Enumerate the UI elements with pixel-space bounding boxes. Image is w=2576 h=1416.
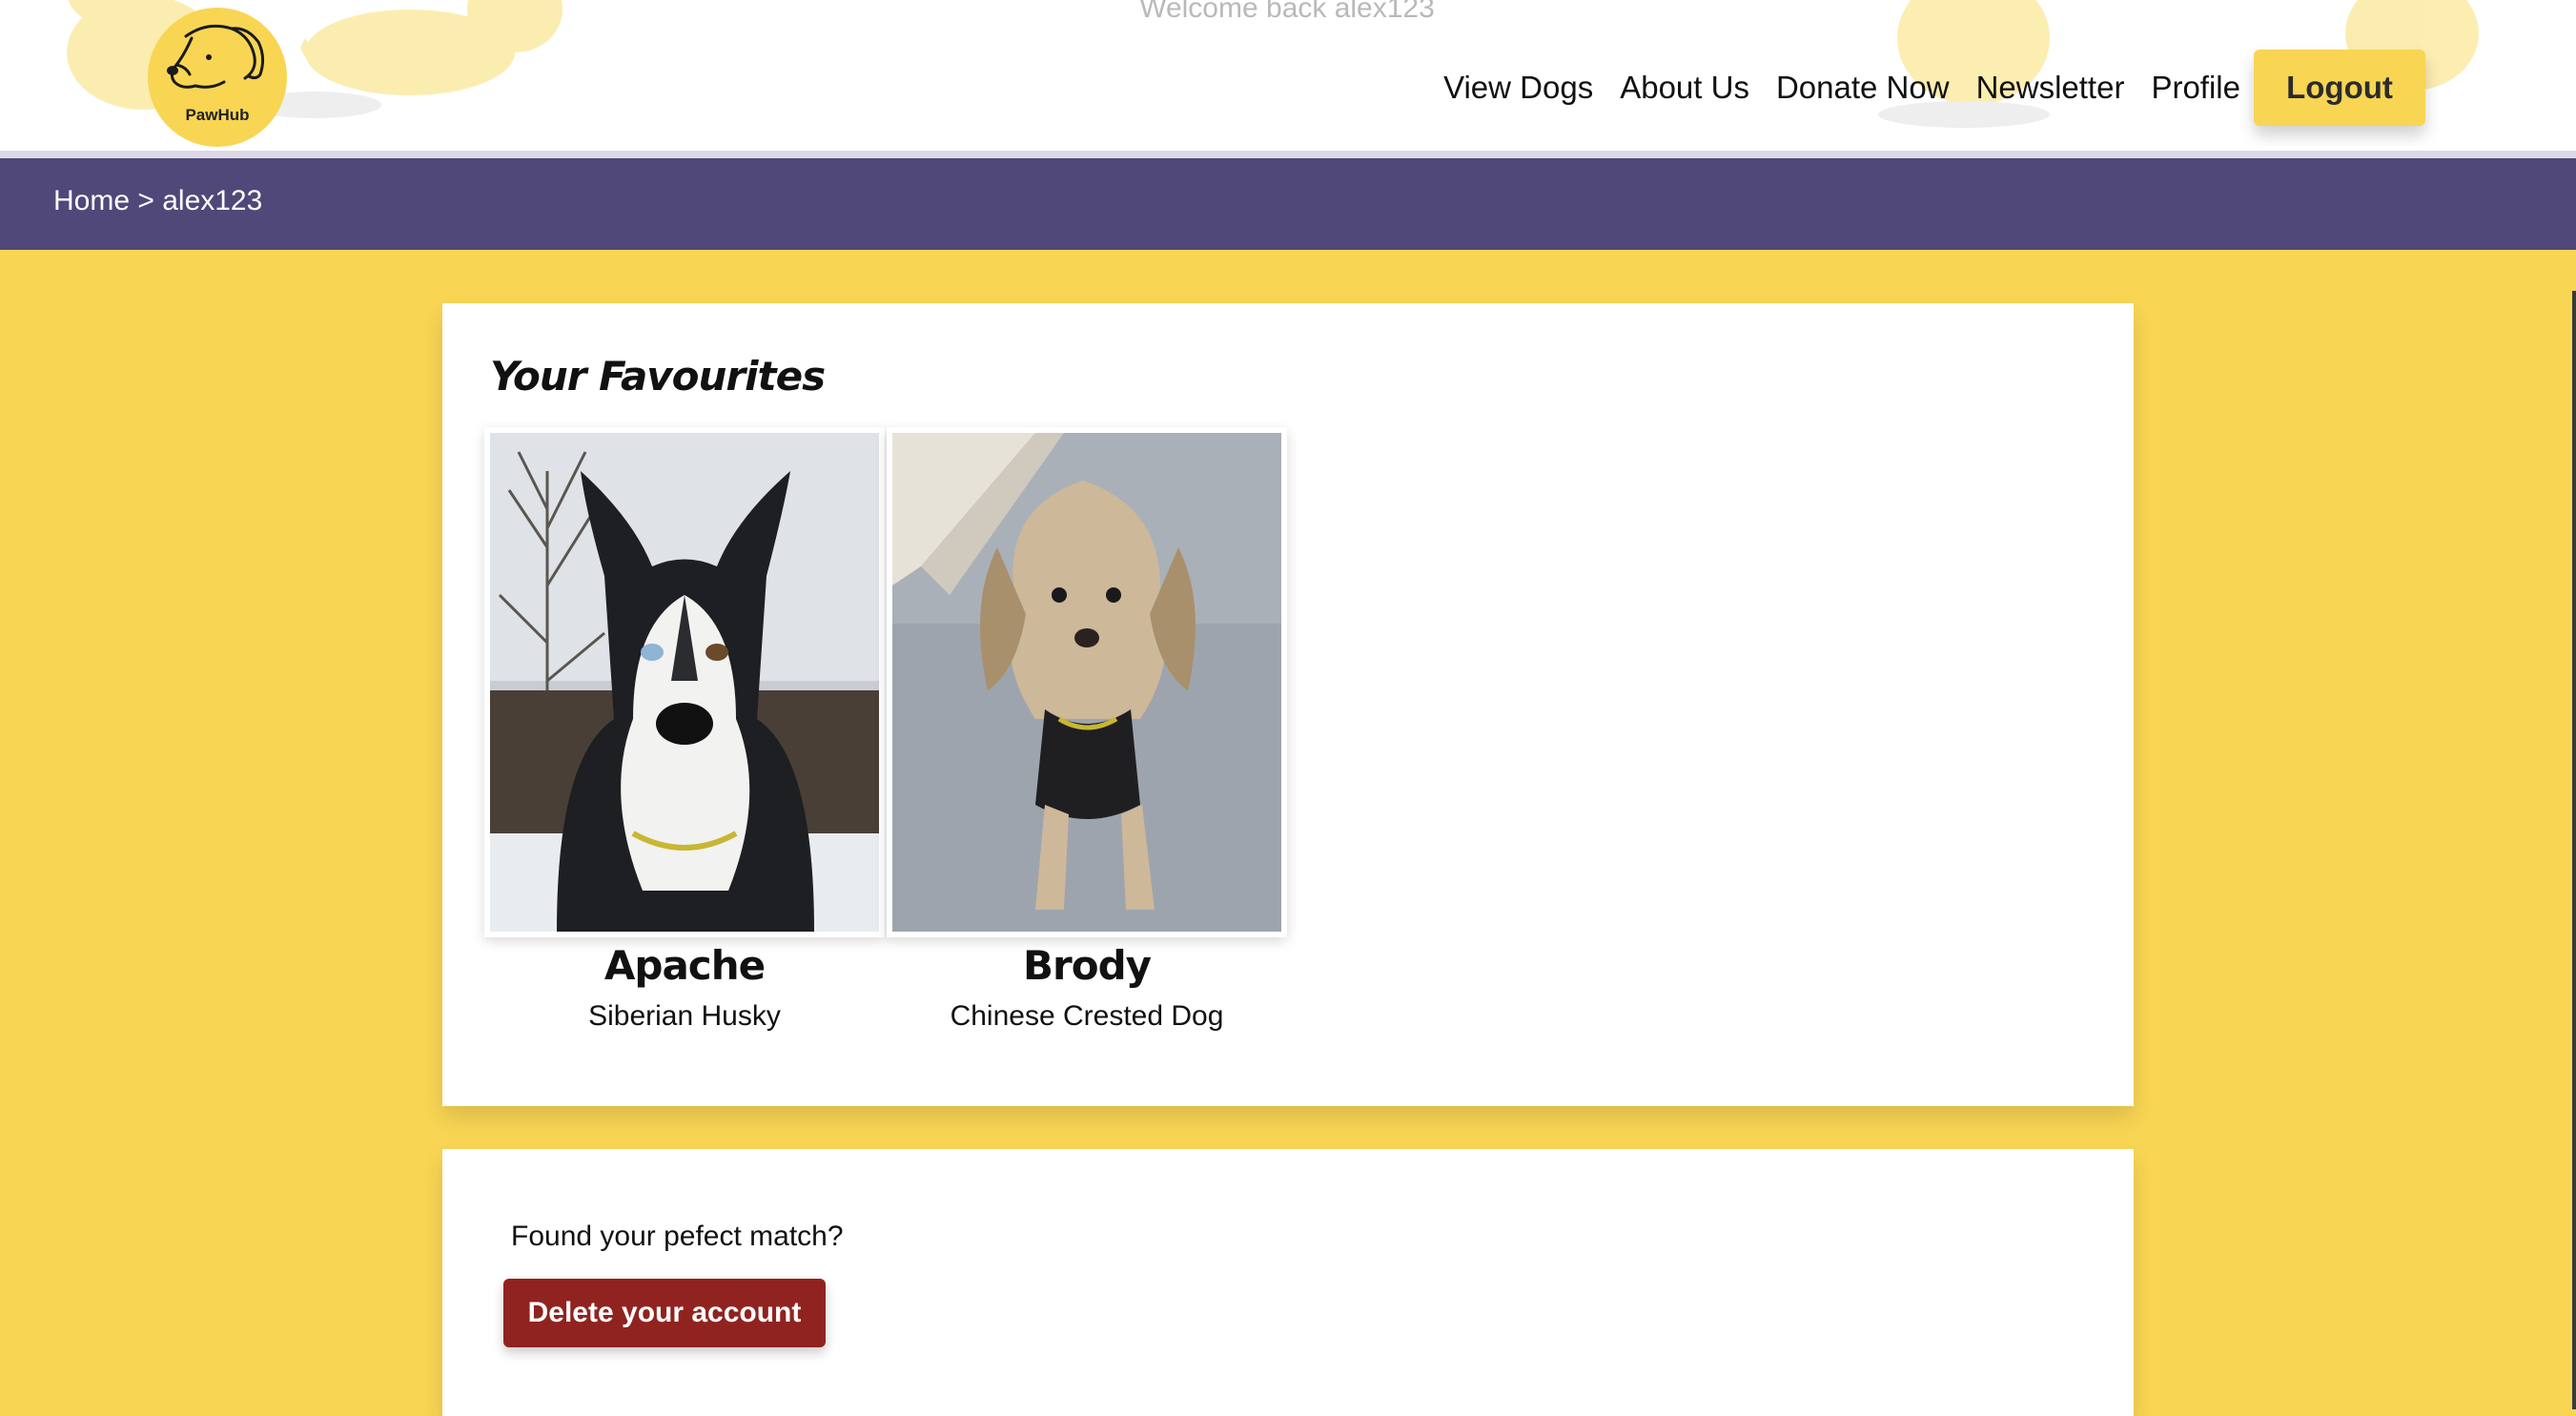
dog-photo-apache[interactable] [484,427,885,937]
nav-about-us[interactable]: About Us [1620,50,1749,126]
favourites-card: Your Favourites Apache Siberian Husky Br… [442,303,2134,1106]
nav-view-dogs[interactable]: View Dogs [1443,50,1593,126]
crested-dog-photo-image [892,433,1281,932]
logout-button[interactable]: Logout [2254,50,2425,126]
husky-photo-image [490,433,879,932]
breadcrumb-bar: Home > alex123 [0,158,2576,250]
welcome-message: Welcome back alex123 [1139,0,1435,24]
page-scrollbar[interactable] [2572,291,2576,1409]
nav-profile[interactable]: Profile [2151,50,2240,126]
dog-name-brody: Brody [1022,942,1152,989]
dog-head-icon [167,24,265,89]
dog-breed-apache: Siberian Husky [588,1000,781,1032]
nav-donate-now[interactable]: Donate Now [1776,50,1950,126]
brand-name: PawHub [185,106,250,124]
delete-account-button[interactable]: Delete your account [503,1279,826,1347]
site-header: PawHub Welcome back alex123 View Dogs Ab… [0,0,2576,153]
account-card: Found your pefect match? Delete your acc… [442,1149,2134,1416]
dog-name-apache: Apache [603,942,766,989]
pawhub-logo[interactable]: PawHub [148,8,287,147]
dog-breed-brody: Chinese Crested Dog [950,1000,1224,1032]
header-divider [0,151,2576,158]
main-nav: View Dogs About Us Donate Now Newsletter… [1417,50,2425,126]
match-prompt: Found your pefect match? [511,1221,844,1252]
nav-newsletter[interactable]: Newsletter [1976,50,2125,126]
breadcrumb[interactable]: Home > alex123 [53,185,262,217]
dog-photo-brody[interactable] [887,427,1287,937]
favourites-title: Your Favourites [490,353,826,400]
